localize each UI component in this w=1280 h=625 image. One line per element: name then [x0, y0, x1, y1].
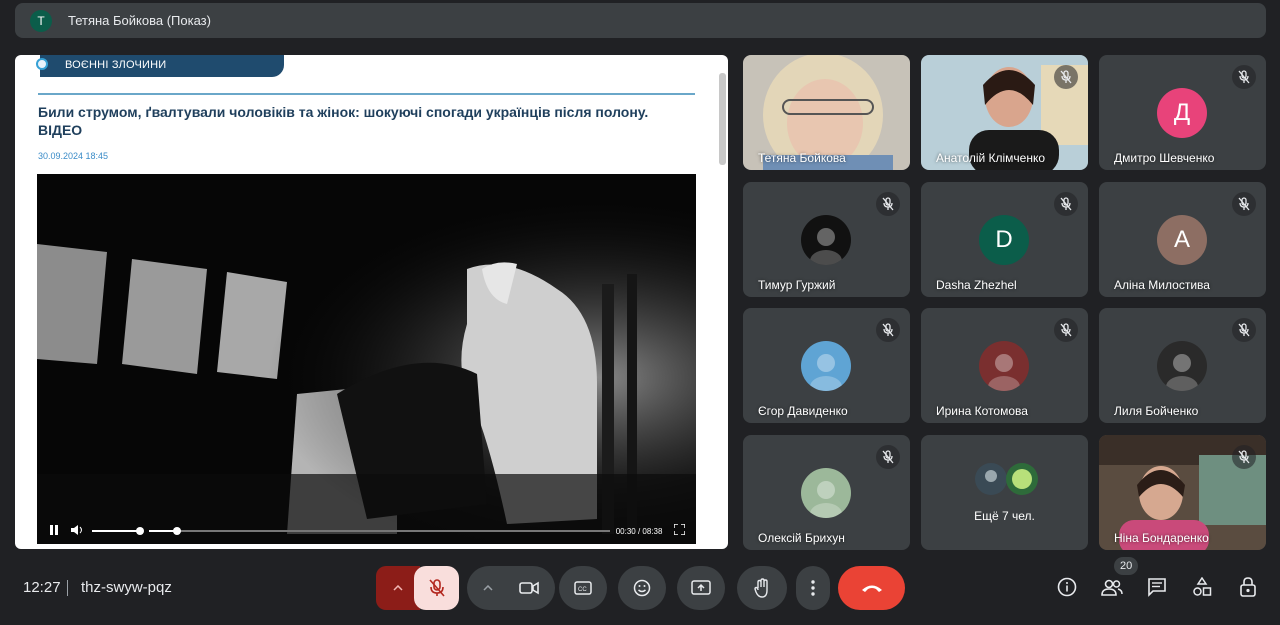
video-time: 00:30 / 08:38: [615, 526, 663, 536]
hand-icon: [754, 578, 768, 598]
more-vert-icon: [811, 580, 815, 596]
participant-name: Анатолій Клімченко: [936, 151, 1046, 165]
mic-off-icon: [428, 579, 445, 597]
more-participants-label: Ещё 7 чел.: [974, 509, 1035, 523]
participant-avatar: [801, 341, 851, 391]
clock: 12:27: [23, 579, 61, 596]
activities-icon[interactable]: [1190, 575, 1214, 599]
mic-off-icon: [876, 192, 900, 216]
participant-avatar: [801, 215, 851, 265]
participant-name: Dasha Zhezhel: [936, 278, 1017, 292]
pause-icon[interactable]: [45, 524, 63, 538]
participant-avatar: [801, 468, 851, 518]
seek-bar[interactable]: [148, 527, 610, 535]
camera-options-button[interactable]: [467, 566, 555, 610]
presenter-avatar: T: [30, 9, 52, 32]
participant-tile[interactable]: Лиля Бойченко: [1099, 308, 1266, 423]
fullscreen-icon[interactable]: [670, 523, 688, 538]
article-date: 30.09.2024 18:45: [38, 151, 109, 161]
presenter-title: Тетяна Бойкова (Показ): [68, 13, 211, 28]
mic-toggle-button[interactable]: [414, 566, 459, 610]
participant-avatar-letter: Д: [1157, 88, 1207, 138]
participant-tile[interactable]: Тимур Гуржий: [743, 182, 910, 297]
participant-name: Ирина Котомова: [936, 404, 1028, 418]
reactions-button[interactable]: [618, 566, 666, 610]
participant-tile[interactable]: Олексій Брихун: [743, 435, 910, 550]
participant-tile[interactable]: Тетяна Бойкова: [743, 55, 910, 170]
camera-icon[interactable]: [519, 581, 539, 595]
mic-off-icon: [1054, 318, 1078, 342]
participant-name: Дмитро Шевченко: [1114, 151, 1215, 165]
svg-text:CC: CC: [578, 587, 587, 593]
participant-name: Єгор Давиденко: [758, 404, 848, 418]
participant-tile[interactable]: А Аліна Милостива: [1099, 182, 1266, 297]
participant-tile[interactable]: Д Дмитро Шевченко: [1099, 55, 1266, 170]
participant-tile[interactable]: Ещё 7 чел.: [921, 435, 1088, 550]
participant-name: Тимур Гуржий: [758, 278, 836, 292]
participant-name: Тетяна Бойкова: [758, 151, 846, 165]
participant-avatar: [1157, 341, 1207, 391]
raise-hand-button[interactable]: [737, 566, 787, 610]
present-button[interactable]: [677, 566, 725, 610]
mic-off-icon: [1232, 318, 1256, 342]
participant-tile[interactable]: Ніна Бондаренко: [1099, 435, 1266, 550]
host-controls-icon[interactable]: [1236, 575, 1260, 599]
more-participants-avatars: [973, 462, 1043, 496]
mic-off-icon: [876, 318, 900, 342]
participant-tile[interactable]: Ирина Котомова: [921, 308, 1088, 423]
meeting-code: thz-swyw-pqz: [81, 579, 172, 596]
mic-off-icon: [1054, 192, 1078, 216]
volume-slider[interactable]: [92, 527, 145, 535]
participant-avatar-letter: А: [1157, 215, 1207, 265]
participant-name: Лиля Бойченко: [1114, 404, 1199, 418]
emoji-icon: [633, 579, 651, 597]
category-label: ВОЄННІ ЗЛОЧИНИ: [65, 59, 167, 71]
mic-off-icon: [1232, 445, 1256, 469]
page-scrollbar[interactable]: [719, 73, 726, 165]
leave-call-button[interactable]: [838, 566, 905, 610]
captions-button[interactable]: CC: [559, 566, 607, 610]
shared-screen: ВОЄННІ ЗЛОЧИНИ Били струмом, ґвалтували …: [15, 55, 728, 549]
separator: [67, 580, 68, 596]
presenter-bar: T Тетяна Бойкова (Показ): [15, 3, 1266, 38]
participant-name: Аліна Милостива: [1114, 278, 1210, 292]
captions-icon: CC: [574, 581, 592, 595]
article-headline[interactable]: Били струмом, ґвалтували чоловіків та жі…: [38, 103, 688, 139]
volume-icon[interactable]: [69, 524, 87, 538]
video-player[interactable]: 00:30 / 08:38: [37, 174, 696, 544]
mic-off-icon: [876, 445, 900, 469]
chat-icon[interactable]: [1145, 575, 1169, 599]
participant-tile[interactable]: Єгор Давиденко: [743, 308, 910, 423]
participant-avatar: [979, 341, 1029, 391]
category-dot-icon: [36, 58, 48, 70]
participant-name: Олексій Брихун: [758, 531, 845, 545]
participant-tile[interactable]: D Dasha Zhezhel: [921, 182, 1088, 297]
mic-off-icon: [1054, 65, 1078, 89]
mic-off-icon: [1232, 65, 1256, 89]
participant-avatar-letter: D: [979, 215, 1029, 265]
divider: [38, 93, 695, 95]
participants-count-badge: 20: [1114, 557, 1139, 575]
people-icon[interactable]: [1100, 575, 1124, 599]
participant-name: Ніна Бондаренко: [1114, 531, 1209, 545]
present-screen-icon: [691, 580, 711, 595]
hang-up-icon: [861, 585, 882, 592]
mic-off-icon: [1232, 192, 1256, 216]
video-controls: 00:30 / 08:38: [37, 518, 696, 544]
participant-tile[interactable]: Анатолій Клімченко: [921, 55, 1088, 170]
more-options-button[interactable]: [796, 566, 830, 610]
meeting-info-icon[interactable]: [1055, 575, 1079, 599]
video-frame: [37, 174, 696, 544]
